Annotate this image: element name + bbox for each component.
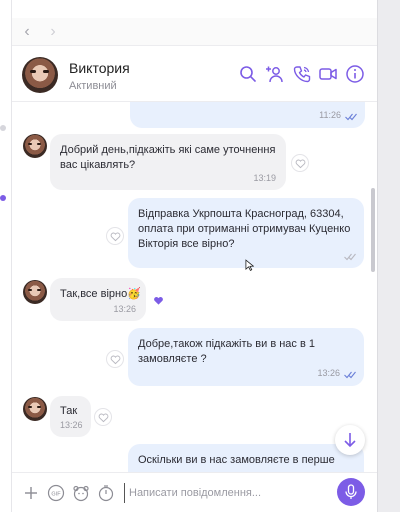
chat-header: Виктория Активний [12,46,377,102]
reaction-heart-icon[interactable] [291,154,309,172]
sticker-icon[interactable] [72,484,90,502]
message-time: 13:26 [317,368,340,378]
forward-arrow-icon[interactable]: › [44,23,62,41]
message-text: Добре,також підкажіть ви в нас в 1 замов… [138,338,315,365]
side-panel-edge [377,0,400,512]
add-participant-icon[interactable] [264,64,284,84]
timer-icon[interactable] [97,484,115,502]
message-text: Оскільки ви в нас замовляєте в перше [138,454,335,466]
outgoing-message[interactable]: 11:26 [130,102,365,128]
reaction-heart-icon[interactable] [94,408,112,426]
voice-message-button[interactable] [337,478,365,506]
message-time: 11:26 [319,110,341,120]
chat-list-edge [0,0,12,512]
scrollbar-thumb[interactable] [371,188,375,272]
message-text: Добрий день,підкажіть які саме уточнення… [60,144,276,171]
outgoing-message[interactable]: Оскільки ви в нас замовляєте в перше [128,444,364,472]
contact-status: Активний [69,80,117,92]
sender-avatar[interactable] [23,397,47,421]
plus-icon[interactable] [22,484,40,502]
sender-avatar[interactable] [23,280,47,304]
outgoing-message[interactable]: Добре,також підкажіть ви в нас в 1 замов… [128,328,364,386]
video-call-icon[interactable] [318,64,338,84]
message-text: Відправка Укрпошта Красноград, 63304, оп… [138,208,351,250]
read-ticks-icon [345,113,357,121]
reaction-heart-icon[interactable] [106,227,124,245]
incoming-message[interactable]: Так,все вірно🥳 13:26 [50,278,146,321]
sender-avatar[interactable] [23,134,47,158]
voice-call-icon[interactable] [292,64,312,84]
arrow-down-icon [344,433,356,448]
reaction-heart-icon[interactable] [106,350,124,368]
chat-window: ‹ › Виктория Активний 11:26 Добрий день,… [0,0,400,512]
incoming-message[interactable]: Добрий день,підкажіть які саме уточнення… [50,134,286,190]
svg-text:GIF: GIF [51,491,61,497]
back-arrow-icon[interactable]: ‹ [18,23,36,41]
active-chat-marker [0,125,6,131]
contact-avatar[interactable] [22,57,58,93]
message-time: 13:19 [253,173,276,183]
incoming-message[interactable]: Так 13:26 [50,396,91,437]
message-time: 13:26 [60,420,83,430]
message-time: 13:26 [113,304,136,314]
navigation-bar: ‹ › [12,18,377,46]
message-input[interactable] [124,483,334,503]
reaction-heart-filled-icon[interactable] [150,292,168,310]
outgoing-message[interactable]: Відправка Укрпошта Красноград, 63304, оп… [128,198,364,268]
message-composer: GIF [12,472,377,512]
mouse-cursor-icon [245,259,254,272]
microphone-icon [345,484,357,499]
gif-icon[interactable]: GIF [47,484,65,502]
scroll-to-bottom-button[interactable] [335,425,365,455]
search-icon[interactable] [238,64,258,84]
message-list[interactable]: 11:26 Добрий день,підкажіть які саме уто… [12,102,377,472]
message-text: Так,все вірно🥳 [60,288,141,300]
message-text: Так [60,405,78,417]
contact-name[interactable]: Виктория [69,60,130,76]
info-icon[interactable] [345,64,365,84]
sent-ticks-icon [344,253,356,261]
unread-indicator [0,195,6,201]
read-ticks-icon [344,371,356,379]
